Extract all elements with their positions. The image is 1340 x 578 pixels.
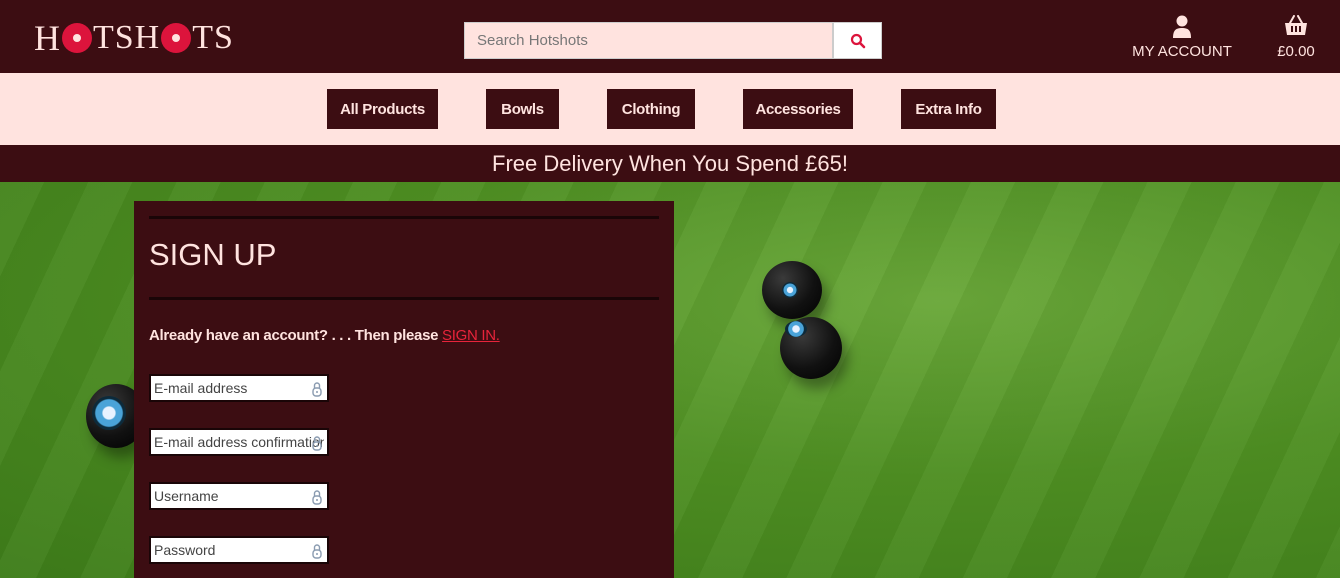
search-input[interactable] — [464, 22, 833, 59]
bowl-ball — [780, 317, 842, 379]
email-field — [149, 374, 329, 402]
email-confirm-field — [149, 428, 329, 456]
password-input[interactable] — [151, 538, 327, 562]
search-form — [464, 22, 882, 59]
nav-extra-info[interactable]: Extra Info — [901, 89, 996, 129]
nav-all-products[interactable]: All Products — [327, 89, 438, 129]
divider — [149, 216, 659, 219]
signin-prompt: Already have an account? . . . Then plea… — [149, 327, 500, 344]
main-nav: All Products Bowls Clothing Accessories … — [0, 73, 1340, 145]
user-icon — [1173, 15, 1191, 38]
site-logo[interactable]: H TSH TS — [34, 18, 234, 58]
username-field — [149, 482, 329, 510]
bowl-ball — [762, 261, 822, 319]
nav-bowls[interactable]: Bowls — [486, 89, 559, 129]
cart-total: £0.00 — [1277, 43, 1315, 60]
my-account-link[interactable]: MY ACCOUNT — [1126, 15, 1238, 60]
lock-icon — [312, 382, 322, 397]
lock-icon — [312, 490, 322, 505]
email-input[interactable] — [151, 376, 327, 400]
my-account-label: MY ACCOUNT — [1132, 43, 1232, 60]
password-field — [149, 536, 329, 564]
signup-panel: SIGN UP Already have an account? . . . T… — [134, 201, 674, 578]
free-delivery-banner: Free Delivery When You Spend £65! — [0, 145, 1340, 182]
email-confirm-input[interactable] — [151, 430, 327, 454]
top-header: HTSHTS MY ACCOUNT — [0, 0, 1340, 73]
search-button[interactable] — [833, 22, 882, 59]
lock-icon — [312, 436, 322, 451]
cart-link[interactable]: £0.00 — [1266, 15, 1326, 60]
signin-prompt-text: Already have an account? . . . Then plea… — [149, 327, 439, 344]
username-input[interactable] — [151, 484, 327, 508]
nav-accessories[interactable]: Accessories — [743, 89, 853, 129]
signin-link[interactable]: SIGN IN. — [442, 327, 500, 344]
lock-icon — [312, 544, 322, 559]
basket-icon — [1285, 15, 1307, 35]
nav-clothing[interactable]: Clothing — [607, 89, 695, 129]
search-icon — [850, 33, 865, 48]
divider — [149, 297, 659, 300]
page-title: SIGN UP — [149, 237, 277, 272]
